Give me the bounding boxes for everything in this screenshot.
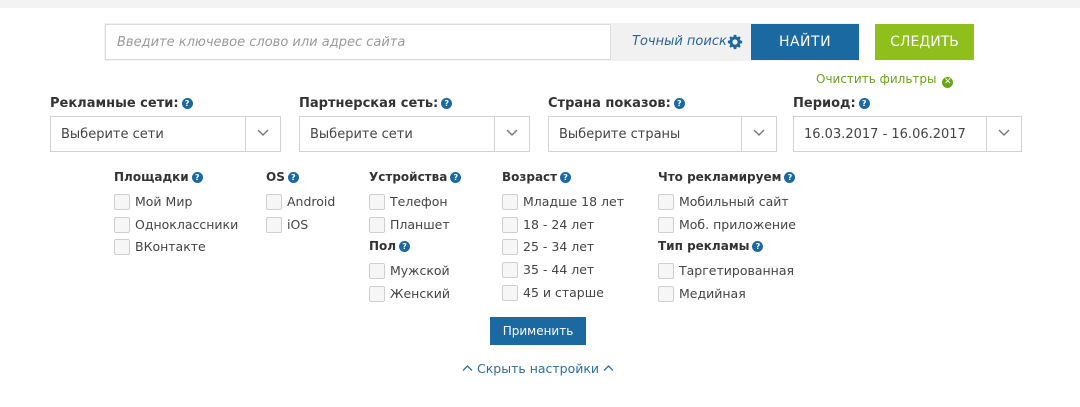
checkbox[interactable] [369,194,385,210]
checkbox-label: 25 - 34 лет [523,239,595,254]
find-button[interactable]: НАЙТИ [751,24,859,60]
help-icon[interactable]: ? [181,98,193,109]
partner-network-select-value: Выберите сети [310,127,413,142]
checkbox[interactable] [658,263,674,279]
checkbox-label: Планшет [390,217,450,232]
checkbox-label: Младше 18 лет [523,194,625,209]
checkbox[interactable] [369,286,385,302]
checkbox[interactable] [658,286,674,302]
gear-icon[interactable] [727,34,743,50]
checkbox-label: Таргетированная [679,263,795,278]
partner-network-select[interactable]: Выберите сети [299,116,530,152]
top-strip [0,0,1080,8]
os-heading: OS? [266,170,299,184]
country-select[interactable]: Выберите страны [548,116,777,152]
checkbox[interactable] [369,217,385,233]
checkbox-label: iOS [287,217,309,232]
partner-network-label: Партнерская сеть:? [299,96,453,111]
checkbox[interactable] [658,194,674,210]
period-label: Период:? [793,96,870,111]
search-bar: Точный поиск НАЙТИ [104,23,860,61]
checkbox[interactable] [502,285,518,301]
ad-networks-select-value: Выберите сети [61,127,164,142]
help-icon[interactable]: ? [752,241,764,252]
period-select[interactable]: 16.03.2017 - 16.06.2017 [793,116,1022,152]
period-label-text: Период: [793,96,856,111]
advertise-heading: Что рекламируем? [658,170,796,184]
chevron-down-icon[interactable] [494,117,529,151]
checkbox-label: 45 и старше [523,285,604,300]
checkbox-label: Мужской [390,263,450,278]
devices-heading: Устройства? [369,170,462,184]
ad-networks-label-text: Рекламные сети: [50,96,179,111]
devices-heading-text: Устройства [369,170,448,184]
checkbox-label: ВКонтакте [135,239,206,254]
ad-networks-select[interactable]: Выберите сети [50,116,281,152]
checkbox[interactable] [114,239,130,255]
help-icon[interactable]: ? [673,98,685,109]
help-icon[interactable]: ? [450,172,462,183]
country-select-value: Выберите страны [559,127,681,142]
checkbox[interactable] [502,262,518,278]
chevron-up-icon[interactable] [603,364,614,372]
checkbox-label: Мой Мир [135,194,193,209]
hide-settings-link[interactable]: Скрыть настройки [462,361,614,376]
checkbox-label: 18 - 24 лет [523,217,595,232]
gender-heading: Пол? [369,239,411,253]
checkbox[interactable] [114,194,130,210]
help-icon[interactable]: ? [399,241,411,252]
age-heading: Возраст? [502,170,572,184]
checkbox[interactable] [502,239,518,255]
checkbox[interactable] [502,217,518,233]
follow-button[interactable]: СЛЕДИТЬ [875,24,974,60]
help-icon[interactable]: ? [560,172,572,183]
chevron-down-icon[interactable] [245,117,280,151]
os-heading-text: OS [266,170,285,184]
hide-settings-label[interactable]: Скрыть настройки [477,361,599,376]
chevron-down-icon[interactable] [986,117,1021,151]
checkbox[interactable] [266,217,282,233]
search-input[interactable] [105,24,611,60]
checkbox-label: Одноклассники [135,217,239,232]
ad-type-heading-text: Тип рекламы [658,239,750,253]
checkbox-label: Телефон [390,194,448,209]
checkbox[interactable] [502,194,518,210]
checkbox-label: Медийная [679,286,746,301]
help-icon[interactable]: ? [287,172,299,183]
platforms-heading-text: Площадки [114,170,189,184]
help-icon[interactable]: ? [441,98,453,109]
partner-network-label-text: Партнерская сеть: [299,96,439,111]
period-select-value: 16.03.2017 - 16.06.2017 [804,127,966,142]
exact-search-link[interactable]: Точный поиск [632,34,727,49]
advertise-heading-text: Что рекламируем [658,170,782,184]
help-icon[interactable]: ? [191,172,203,183]
platforms-heading: Площадки? [114,170,203,184]
checkbox[interactable] [369,263,385,279]
checkbox-label: Мобильный сайт [679,194,789,209]
country-label-text: Страна показов: [548,96,671,111]
ad-networks-label: Рекламные сети:? [50,96,193,111]
country-label: Страна показов:? [548,96,685,111]
help-icon[interactable]: ? [784,172,796,183]
checkbox[interactable] [114,217,130,233]
checkbox[interactable] [658,217,674,233]
age-heading-text: Возраст [502,170,558,184]
apply-button[interactable]: Применить [490,317,586,345]
chevron-down-icon[interactable] [741,117,776,151]
checkbox-label: 35 - 44 лет [523,262,595,277]
checkbox[interactable] [266,194,282,210]
help-icon[interactable]: ? [858,98,870,109]
checkbox-label: Женский [390,286,450,301]
close-circle-icon[interactable]: ✕ [942,77,954,88]
chevron-up-icon[interactable] [462,364,473,372]
ad-type-heading: Тип рекламы? [658,239,764,253]
clear-filters-label[interactable]: Очистить фильтры [816,72,936,86]
gender-heading-text: Пол [369,239,397,253]
clear-filters-link[interactable]: Очистить фильтры ✕ [816,72,954,88]
checkbox-label: Моб. приложение [679,217,796,232]
checkbox-label: Android [287,194,336,209]
